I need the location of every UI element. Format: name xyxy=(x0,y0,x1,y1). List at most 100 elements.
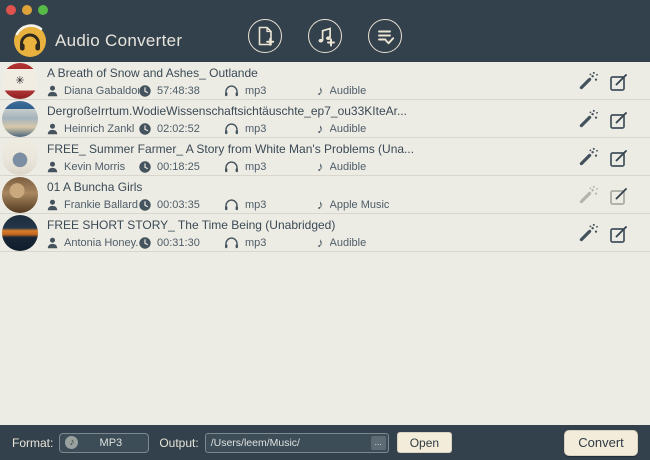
format-label: Format: xyxy=(12,435,54,450)
track-duration: 00:03:35 xyxy=(157,198,200,211)
row-actions xyxy=(578,100,650,137)
app-title: Audio Converter xyxy=(55,31,183,50)
track-format: mp3 xyxy=(245,198,267,211)
track-format: mp3 xyxy=(245,160,267,173)
open-button[interactable]: Open xyxy=(396,432,453,453)
row-actions xyxy=(578,62,650,99)
track-meta: Diana Gabaldon 57:48:38 mp3 ♪ Audible xyxy=(47,84,578,97)
track-meta: Antonia Honey... 00:31:30 mp3 ♪ Audible xyxy=(47,236,578,249)
track-title: 01 A Buncha Girls xyxy=(47,180,143,194)
edit-icon[interactable] xyxy=(608,223,628,243)
track-format: mp3 xyxy=(245,84,267,97)
music-note-icon: ♪ xyxy=(317,82,324,98)
track-info: DergroßeIrrtum.WodieWissenschaftsichtäus… xyxy=(38,100,578,137)
row-actions xyxy=(578,214,650,251)
track-author: Antonia Honey... xyxy=(64,236,139,249)
track-duration: 00:31:30 xyxy=(157,236,200,249)
track-duration: 00:18:25 xyxy=(157,160,200,173)
track-meta: Kevin Morris 00:18:25 mp3 ♪ Audible xyxy=(47,160,578,173)
track-format: mp3 xyxy=(245,122,267,135)
person-icon xyxy=(47,161,58,173)
effects-wand-icon[interactable] xyxy=(578,109,598,129)
footer-bar: Format: ♪ MP3 Output: /Users/leem/Music/… xyxy=(0,425,650,460)
effects-wand-icon[interactable] xyxy=(578,147,598,167)
headphones-icon xyxy=(224,236,239,249)
track-list: A Breath of Snow and Ashes_ Outlande Dia… xyxy=(0,62,650,425)
track-author: Heinrich Zankl xyxy=(64,122,135,135)
header-bar: Audio Converter xyxy=(0,0,650,62)
window-controls xyxy=(6,5,48,15)
edit-icon[interactable] xyxy=(608,185,628,205)
cover-art xyxy=(2,63,38,99)
track-row[interactable]: DergroßeIrrtum.WodieWissenschaftsichtäus… xyxy=(0,100,650,138)
track-title: FREE SHORT STORY_ The Time Being (Unabri… xyxy=(47,218,336,232)
cover-art xyxy=(2,177,38,213)
track-source: Audible xyxy=(329,122,367,135)
edit-icon[interactable] xyxy=(608,71,628,91)
track-source: Apple Music xyxy=(329,198,390,211)
music-note-icon: ♪ xyxy=(317,158,324,174)
clock-icon xyxy=(139,236,151,249)
track-row[interactable]: FREE_ Summer Farmer_ A Story from White … xyxy=(0,138,650,176)
track-info: FREE SHORT STORY_ The Time Being (Unabri… xyxy=(38,214,578,251)
add-file-button[interactable] xyxy=(248,19,282,53)
track-title: FREE_ Summer Farmer_ A Story from White … xyxy=(47,142,415,156)
track-author: Frankie Ballard xyxy=(64,198,138,211)
music-note-icon: ♪ xyxy=(317,234,324,250)
format-value: MP3 xyxy=(99,436,123,449)
app-logo-headphones-icon xyxy=(14,24,46,57)
person-icon xyxy=(47,199,58,211)
close-window-button[interactable] xyxy=(6,5,16,15)
cover-art xyxy=(2,215,38,251)
task-list-button[interactable] xyxy=(368,19,402,53)
clock-icon xyxy=(139,84,151,97)
row-actions xyxy=(578,138,650,175)
track-source: Audible xyxy=(329,84,367,97)
headphones-icon xyxy=(224,122,239,135)
disc-note-icon: ♪ xyxy=(65,436,79,449)
cover-art xyxy=(2,101,38,137)
cover-art xyxy=(2,139,38,175)
track-duration: 57:48:38 xyxy=(157,84,200,97)
music-note-icon: ♪ xyxy=(317,120,324,136)
effects-wand-icon[interactable] xyxy=(578,223,598,243)
track-author: Diana Gabaldon xyxy=(64,84,139,97)
row-actions xyxy=(578,176,650,213)
track-row[interactable]: A Breath of Snow and Ashes_ Outlande Dia… xyxy=(0,62,650,100)
list-check-icon xyxy=(378,30,395,45)
document-plus-icon xyxy=(258,26,275,46)
headphones-icon xyxy=(224,84,239,97)
music-note-plus-icon xyxy=(318,27,335,47)
browse-ellipsis-button[interactable]: ... xyxy=(370,435,386,450)
track-source: Audible xyxy=(329,160,367,173)
track-info: A Breath of Snow and Ashes_ Outlande Dia… xyxy=(38,62,578,99)
track-row[interactable]: 01 A Buncha Girls Frankie Ballard 00:03:… xyxy=(0,176,650,214)
edit-icon[interactable] xyxy=(608,109,628,129)
effects-wand-icon[interactable] xyxy=(578,71,598,91)
effects-wand-icon-disabled xyxy=(578,185,598,205)
header-toolbar xyxy=(248,19,402,53)
edit-icon[interactable] xyxy=(608,147,628,167)
track-source: Audible xyxy=(329,236,367,249)
headphones-icon xyxy=(224,160,239,173)
convert-button[interactable]: Convert xyxy=(564,429,638,456)
track-format: mp3 xyxy=(245,236,267,249)
zoom-window-button[interactable] xyxy=(38,5,48,15)
add-itunes-music-button[interactable] xyxy=(308,19,342,53)
person-icon xyxy=(47,85,58,97)
track-row[interactable]: FREE SHORT STORY_ The Time Being (Unabri… xyxy=(0,214,650,252)
person-icon xyxy=(47,237,58,249)
clock-icon xyxy=(139,160,151,173)
music-note-icon: ♪ xyxy=(317,196,324,212)
minimize-window-button[interactable] xyxy=(22,5,32,15)
audio-converter-window: Audio Converter ✳ A Breath of Snow and A… xyxy=(0,0,650,460)
format-selector[interactable]: ♪ MP3 xyxy=(59,432,150,453)
clock-icon xyxy=(139,122,151,135)
track-meta: Heinrich Zankl 02:02:52 mp3 ♪ Audible xyxy=(47,122,578,135)
track-info: 01 A Buncha Girls Frankie Ballard 00:03:… xyxy=(38,176,578,213)
output-path-value: /Users/leem/Music/ xyxy=(210,436,300,449)
output-path-field[interactable]: /Users/leem/Music/ ... xyxy=(204,432,389,453)
output-label: Output: xyxy=(159,435,199,450)
headphones-icon xyxy=(224,198,239,211)
track-info: FREE_ Summer Farmer_ A Story from White … xyxy=(38,138,578,175)
